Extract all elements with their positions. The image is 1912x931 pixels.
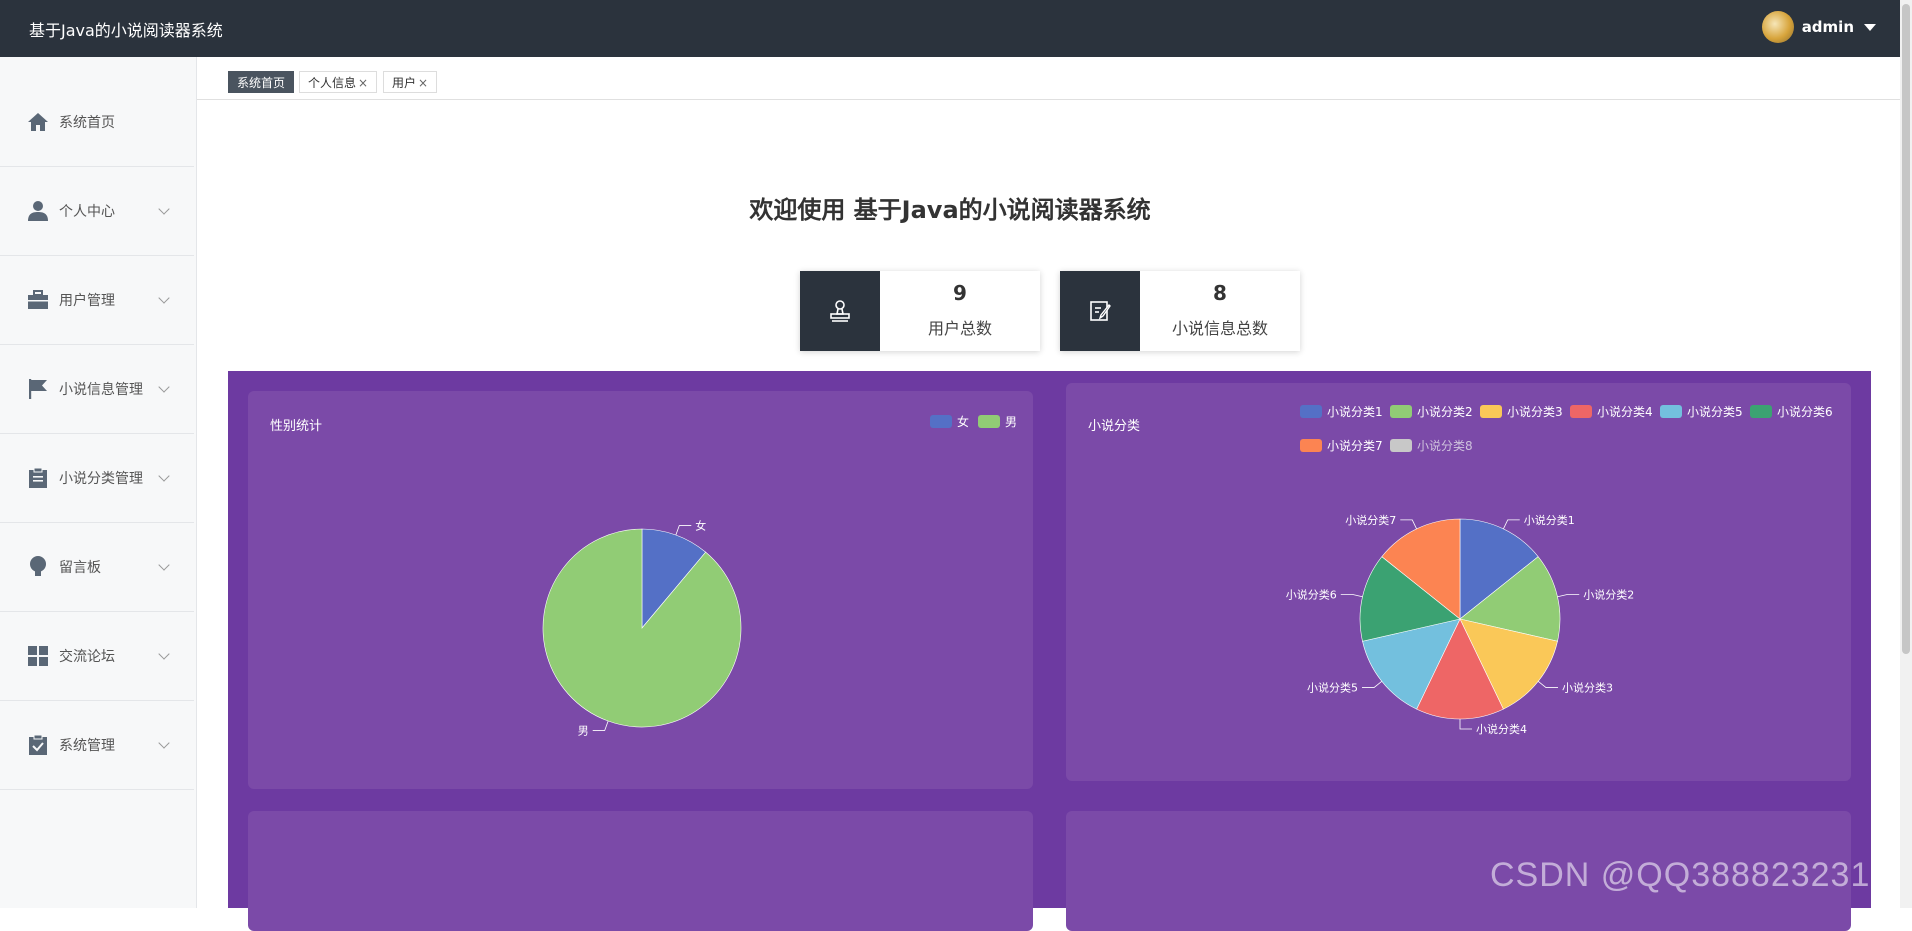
pie-slice[interactable]: [542, 528, 742, 728]
sidebar-item-novel-category[interactable]: 小说分类管理: [0, 434, 194, 523]
pie-label: 男: [578, 724, 589, 737]
app-title: 基于Java的小说阅读器系统: [29, 21, 223, 40]
tab-label: 用户: [392, 76, 417, 90]
category-chart-panel: 小说分类 小说分类1 小说分类2 小说分类3 小说分类4 小说分类5 小说分类6 小说分类7…: [1066, 383, 1851, 781]
gender-pie-chart: 女男: [542, 519, 742, 737]
sidebar-item-home[interactable]: 系统首页: [0, 78, 194, 167]
pie-label: 女: [695, 519, 706, 533]
chevron-down-icon: [158, 381, 170, 393]
bulb-icon: [27, 556, 49, 578]
chevron-down-icon: [158, 292, 170, 304]
stat-label: 小说信息总数: [1171, 319, 1268, 338]
sidebar-item-label: 交流论坛: [59, 649, 115, 665]
stat-value: 9: [953, 281, 967, 305]
close-icon[interactable]: ×: [418, 76, 428, 90]
sidebar-item-user-management[interactable]: 用户管理: [0, 256, 194, 345]
stat-card-novels: 8 小说信息总数: [1060, 271, 1300, 351]
pie-label: 小说分类3: [1562, 681, 1613, 695]
sidebar-item-message-board[interactable]: 留言板: [0, 523, 194, 612]
stat-label: 用户总数: [927, 319, 992, 338]
clipboard-check-icon: [27, 734, 49, 756]
label-leader-line: [1340, 594, 1363, 598]
sidebar-item-label: 系统首页: [59, 115, 115, 131]
avatar[interactable]: [1761, 11, 1794, 43]
chevron-down-icon: [158, 737, 170, 749]
sidebar-item-novel-info[interactable]: 小说信息管理: [0, 345, 194, 434]
pie-label: 小说分类7: [1345, 513, 1396, 527]
stat-value: 8: [1213, 281, 1227, 305]
label-leader-line: [1503, 519, 1520, 530]
stat-card-users: 9 用户总数: [800, 271, 1040, 351]
flag-icon: [27, 378, 49, 400]
label-leader-line: [1400, 519, 1417, 530]
stamp-icon: [800, 271, 880, 351]
close-icon[interactable]: ×: [358, 76, 368, 90]
sidebar-item-system-management[interactable]: 系统管理: [0, 701, 194, 790]
chevron-down-icon: [158, 470, 170, 482]
user-menu[interactable]: admin: [1761, 11, 1876, 43]
tab-home[interactable]: 系统首页: [228, 71, 295, 93]
label-leader-line: [1361, 681, 1383, 688]
pie-label: 小说分类6: [1286, 588, 1337, 602]
home-icon: [27, 111, 49, 133]
clipboard-icon: [27, 467, 49, 489]
username[interactable]: admin: [1802, 18, 1854, 36]
sidebar-item-label: 留言板: [59, 560, 101, 576]
tab-bar: 系统首页 个人信息 × 用户 ×: [197, 57, 1900, 100]
scrollbar-thumb[interactable]: [1902, 4, 1910, 654]
label-leader-line: [675, 525, 692, 536]
caret-down-icon[interactable]: [1864, 23, 1876, 31]
pie-label: 小说分类4: [1476, 722, 1527, 736]
scrollbar[interactable]: [1900, 0, 1912, 908]
chevron-down-icon: [158, 559, 170, 571]
pie-label: 小说分类5: [1307, 681, 1358, 695]
tab-personal-info[interactable]: 个人信息 ×: [299, 71, 378, 93]
tab-label: 个人信息: [308, 76, 357, 90]
sidebar: 系统首页 个人中心 用户管理 小说信息管理 小说分类管理 留言板 交流论坛 系统…: [0, 57, 197, 908]
chart-area: 性别统计 女 男 女男 小说分类 小说分类1 小说分类2 小说分类3 小说分类4 小说分…: [228, 371, 1871, 931]
label-leader-line: [592, 720, 609, 731]
pie-label: 小说分类2: [1583, 588, 1634, 602]
label-leader-line: [1459, 719, 1472, 730]
grid-icon: [27, 645, 49, 667]
label-leader-line: [1537, 681, 1559, 688]
edit-note-icon: [1060, 271, 1140, 351]
tab-label: 系统首页: [237, 76, 286, 90]
sidebar-item-label: 小说信息管理: [59, 382, 143, 398]
label-leader-line: [1557, 594, 1580, 598]
sidebar-item-forum[interactable]: 交流论坛: [0, 612, 194, 701]
sidebar-item-label: 小说分类管理: [59, 471, 143, 487]
sidebar-item-label: 系统管理: [59, 738, 115, 754]
page-title: 欢迎使用 基于Java的小说阅读器系统: [749, 196, 1151, 224]
pie-label: 小说分类1: [1524, 513, 1575, 527]
gender-chart-panel: 性别统计 女 男 女男: [248, 391, 1033, 789]
tab-users[interactable]: 用户 ×: [383, 71, 438, 93]
category-pie-chart: 小说分类1 小说分类2 小说分类3 小说分类4 小说分类5 小说分类6 小说分类7: [1286, 513, 1634, 736]
chart-panel-empty: [248, 811, 1033, 931]
top-bar: 基于Java的小说阅读器系统 admin: [0, 0, 1900, 57]
sidebar-item-label: 用户管理: [59, 293, 115, 309]
briefcase-icon: [27, 289, 49, 311]
chevron-down-icon: [158, 648, 170, 660]
watermark: CSDN @QQ3888232316: [1490, 856, 1891, 894]
